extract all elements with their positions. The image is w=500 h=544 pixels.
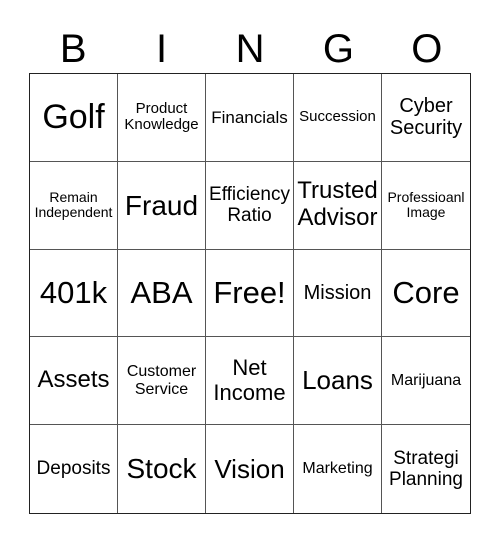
bingo-cell[interactable]: Cyber Security xyxy=(382,74,470,162)
bingo-cell[interactable]: Core xyxy=(382,250,470,338)
header-letter-n: N xyxy=(235,27,265,71)
header-letter-o: O xyxy=(411,27,443,71)
bingo-cell[interactable]: Marijuana xyxy=(382,337,470,426)
bingo-cell[interactable]: Product Knowledge xyxy=(118,74,206,162)
bingo-cell[interactable]: Loans xyxy=(294,337,382,426)
header-letter-i: I xyxy=(156,27,168,71)
bingo-cell[interactable]: Remain Independent xyxy=(30,161,118,250)
bingo-cell[interactable]: ABA xyxy=(118,249,206,338)
bingo-cell[interactable]: Professioanl Image xyxy=(382,162,470,250)
bingo-cell[interactable]: Succession xyxy=(294,74,382,162)
bingo-cell[interactable]: Fraud xyxy=(118,161,206,250)
bingo-cell[interactable]: Trusted Advisor xyxy=(294,161,382,250)
bingo-cell[interactable]: Financials xyxy=(206,74,294,162)
bingo-header: B I N G O xyxy=(29,24,471,74)
bingo-cell[interactable]: Assets xyxy=(30,337,118,426)
bingo-cell[interactable]: Net Income xyxy=(206,337,294,426)
header-letter-g: G xyxy=(322,27,354,71)
free-space-cell[interactable]: Free! xyxy=(206,249,294,338)
bingo-cell[interactable]: Vision xyxy=(206,425,294,513)
bingo-cell[interactable]: Customer Service xyxy=(118,337,206,426)
bingo-cell[interactable]: Deposits xyxy=(30,425,118,513)
bingo-grid: Golf Product Knowledge Financials Succes… xyxy=(29,73,471,514)
bingo-cell[interactable]: Marketing xyxy=(294,425,382,513)
bingo-cell[interactable]: Strategi Planning xyxy=(382,425,470,513)
bingo-cell[interactable]: 401k xyxy=(30,249,118,338)
bingo-cell[interactable]: Mission xyxy=(294,249,382,338)
header-letter-b: B xyxy=(59,27,87,71)
bingo-cell[interactable]: Stock xyxy=(118,425,206,513)
bingo-cell[interactable]: Golf xyxy=(30,74,118,162)
bingo-cell[interactable]: Efficiency Ratio xyxy=(206,161,294,250)
